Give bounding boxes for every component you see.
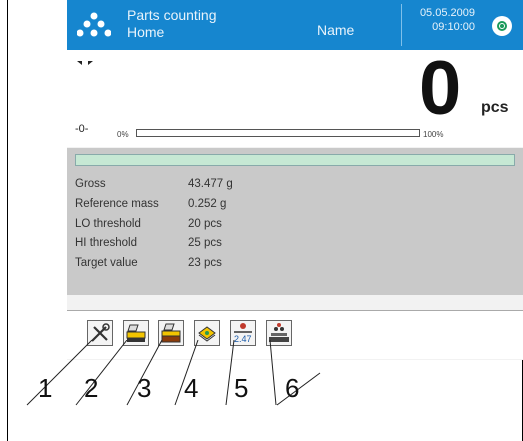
info-panel: Gross 43.477 g Reference mass 0.252 g LO…	[67, 148, 523, 295]
home-button[interactable]	[492, 16, 512, 36]
mode-title: Parts counting	[127, 7, 217, 23]
info-label-hi-threshold: HI threshold	[75, 237, 138, 249]
time-label: 09:10:00	[432, 21, 475, 33]
callout-number: 5	[234, 373, 249, 403]
info-value-target-value: 23 pcs	[188, 257, 222, 269]
info-value-lo-threshold: 20 pcs	[188, 218, 222, 230]
info-label-lo-threshold: LO threshold	[75, 218, 141, 230]
balance-screen: Parts counting Home Name 05.05.2009 09:1…	[67, 0, 523, 360]
unit-label[interactable]: pcs	[481, 99, 509, 117]
callout-leader-lines	[26, 340, 321, 406]
header-bar: Parts counting Home Name 05.05.2009 09:1…	[67, 0, 523, 50]
info-value-gross: 43.477 g	[188, 178, 233, 190]
weight-readout: 0	[419, 46, 462, 131]
home-icon	[500, 24, 504, 28]
header-divider	[401, 4, 402, 46]
info-value-hi-threshold: 25 pcs	[188, 237, 222, 249]
date-label: 05.05.2009	[419, 7, 475, 19]
callout-number: 3	[137, 373, 152, 403]
info-label-target-value: Target value	[75, 257, 138, 269]
progress-min-label: 0%	[117, 130, 129, 139]
parts-counting-icon	[77, 12, 111, 37]
callout-number: 4	[184, 373, 199, 403]
callout-number: 1	[38, 373, 53, 403]
threshold-bar	[75, 154, 515, 166]
stability-marker-icon	[77, 61, 93, 65]
zero-indicator: -0-	[75, 123, 89, 135]
info-label-gross: Gross	[75, 178, 106, 190]
info-value-reference-mass: 0.252 g	[188, 198, 227, 210]
weighing-display: 0 pcs -0- 0% 100%	[67, 46, 523, 147]
user-name[interactable]: Name	[317, 22, 354, 38]
info-label-reference-mass: Reference mass	[75, 198, 159, 210]
progress-max-label: 100%	[423, 130, 444, 139]
weighing-progress-bar	[136, 129, 420, 137]
callout-number: 2	[84, 373, 99, 403]
callout-number: 6	[285, 373, 300, 403]
mode-subtitle: Home	[127, 24, 165, 40]
